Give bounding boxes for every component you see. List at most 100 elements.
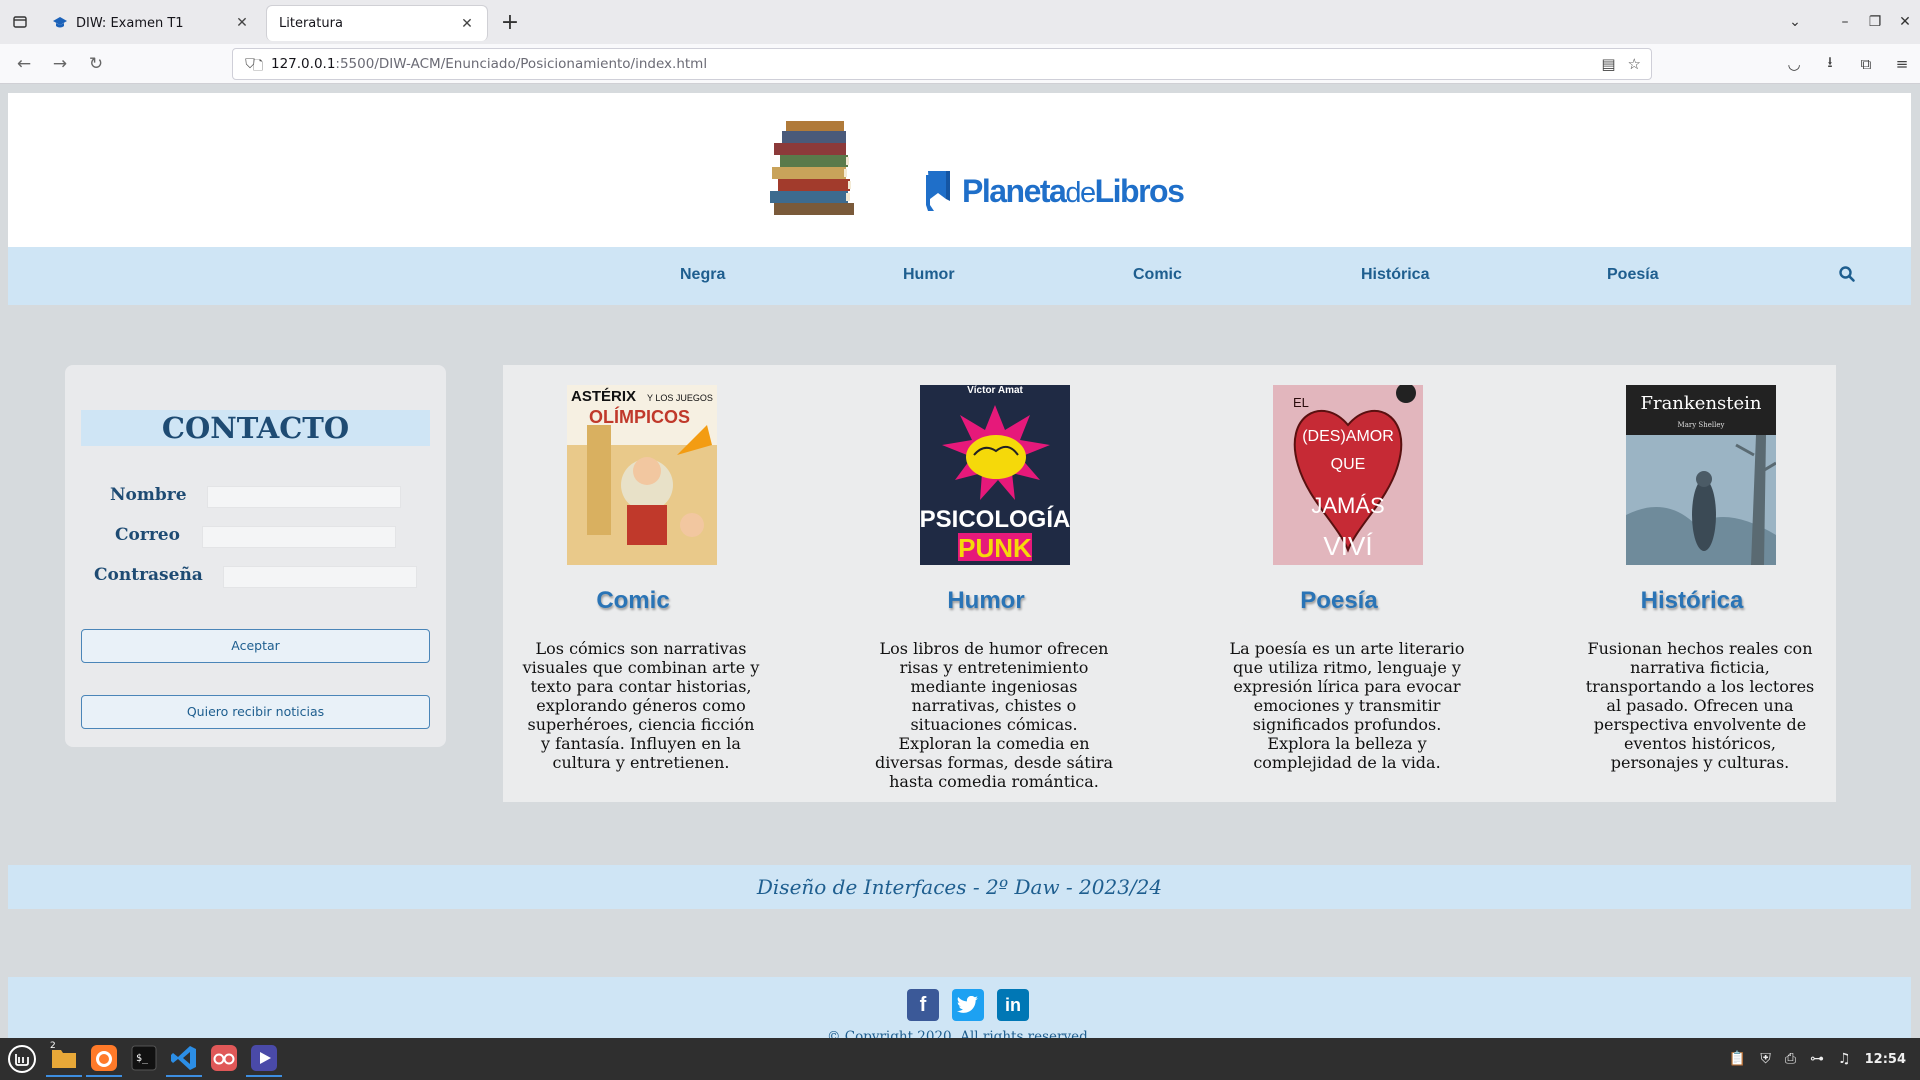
twitter-icon[interactable]: [952, 989, 984, 1021]
site-header: PlanetadeLibros: [8, 93, 1911, 247]
logo-wordmark: PlanetadeLibros: [962, 172, 1185, 209]
volume-icon[interactable]: ♫: [1838, 1051, 1851, 1067]
mint-logo-icon: [8, 1045, 36, 1073]
svg-text:$_: $_: [136, 1053, 149, 1064]
page-viewport: PlanetadeLibros Negra Humor Comic Histór…: [0, 85, 1920, 1038]
menu-icon[interactable]: ≡: [1884, 55, 1920, 73]
clipboard-icon[interactable]: 📋: [1729, 1051, 1746, 1067]
accept-button[interactable]: Aceptar: [81, 629, 430, 663]
graduation-cap-icon: [52, 15, 68, 31]
search-icon[interactable]: [1838, 265, 1856, 283]
card-title[interactable]: Humor: [856, 587, 1116, 615]
url-host: 127.0.0.1: [271, 56, 336, 72]
svg-text:(DES)AMOR: (DES)AMOR: [1302, 428, 1394, 445]
facebook-icon[interactable]: f: [907, 989, 939, 1021]
book-cards: ASTÉRIX Y LOS JUEGOS OLÍMPICOS Comic Los…: [503, 365, 1836, 802]
svg-text:Frankenstein: Frankenstein: [1640, 393, 1761, 414]
media-player-icon: [251, 1045, 277, 1071]
email-input[interactable]: [202, 526, 396, 548]
reader-view-icon[interactable]: ▤: [1601, 55, 1615, 73]
email-label: Correo: [115, 525, 180, 545]
nav-link-poesia[interactable]: Poesía: [1607, 266, 1659, 284]
taskbar-reader[interactable]: [206, 1041, 242, 1077]
taskbar-vscode[interactable]: [166, 1041, 202, 1077]
taskbar-firefox[interactable]: [86, 1041, 122, 1077]
card-description: Los libros de humor ofrecen risas y entre…: [874, 639, 1114, 791]
historica-cover-image[interactable]: Frankenstein Mary Shelley: [1626, 385, 1776, 565]
tab-diw-examen[interactable]: DIW: Examen T1 ✕: [40, 5, 262, 41]
newsletter-button[interactable]: Quiero recibir noticias: [81, 695, 430, 729]
restore-icon[interactable]: ❐: [1860, 14, 1890, 30]
printer-icon[interactable]: ⎙: [1785, 1051, 1796, 1067]
svg-text:VIVÍ: VIVÍ: [1323, 531, 1373, 561]
card-title[interactable]: Comic: [503, 587, 763, 615]
linkedin-icon[interactable]: in: [997, 989, 1029, 1021]
system-tray: 📋 ⛨ ⎙ ⊶ ♫ 12:54: [1729, 1051, 1906, 1067]
os-taskbar: 2 $_ 📋 ⛨ ⎙ ⊶ ♫ 12:54: [0, 1038, 1920, 1080]
card-title[interactable]: Poesía: [1209, 587, 1469, 615]
security-shield-icon[interactable]: ⛨: [1760, 1051, 1771, 1067]
nav-link-humor[interactable]: Humor: [903, 266, 955, 284]
glasses-icon: [211, 1045, 237, 1071]
nav-link-comic[interactable]: Comic: [1133, 266, 1182, 284]
svg-text:Víctor Amat: Víctor Amat: [967, 385, 1023, 396]
card-description: Fusionan hechos reales con narrativa fict…: [1585, 639, 1815, 772]
reload-icon[interactable]: ↻: [78, 54, 114, 74]
url-path: :5500/DIW-ACM/Enunciado/Posicionamiento/…: [335, 56, 708, 72]
terminal-icon: $_: [131, 1045, 157, 1071]
forward-icon[interactable]: →: [42, 54, 78, 74]
taskbar-files[interactable]: 2: [46, 1041, 82, 1077]
name-input[interactable]: [207, 486, 401, 508]
tab-title: Literatura: [279, 16, 343, 31]
taskbar-terminal[interactable]: $_: [126, 1041, 162, 1077]
name-label: Nombre: [110, 485, 187, 505]
site-nav: Negra Humor Comic Histórica Poesía: [8, 247, 1911, 305]
start-menu-button[interactable]: [0, 1038, 44, 1080]
svg-text:PUNK: PUNK: [958, 533, 1032, 563]
url-bar[interactable]: ⛉ 🗋 127.0.0.1:5500/DIW-ACM/Enunciado/Pos…: [232, 48, 1652, 80]
tab-literatura[interactable]: Literatura ✕: [266, 5, 488, 41]
web-page: PlanetadeLibros Negra Humor Comic Histór…: [8, 93, 1911, 1038]
minimize-icon[interactable]: –: [1830, 14, 1860, 30]
close-window-icon[interactable]: ✕: [1890, 14, 1920, 30]
comic-cover-image[interactable]: ASTÉRIX Y LOS JUEGOS OLÍMPICOS: [567, 385, 717, 565]
site-logo[interactable]: PlanetadeLibros: [924, 169, 1185, 213]
password-input[interactable]: [223, 566, 417, 588]
humor-cover-image[interactable]: Víctor Amat PSICOLOGÍA PUNK: [920, 385, 1070, 565]
svg-text:JAMÁS: JAMÁS: [1311, 493, 1384, 518]
svg-text:QUE: QUE: [1331, 456, 1366, 473]
svg-text:OLÍMPICOS: OLÍMPICOS: [589, 406, 690, 427]
nav-link-historica[interactable]: Histórica: [1361, 266, 1429, 284]
pocket-icon[interactable]: ◡: [1776, 55, 1812, 73]
files-window-count: 2: [50, 1041, 56, 1051]
site-footer: f in © Copyright 2020. All rights reserv…: [8, 977, 1911, 1038]
new-tab-button[interactable]: +: [492, 4, 528, 40]
nav-link-negra[interactable]: Negra: [680, 266, 725, 284]
close-tab-icon[interactable]: ✕: [234, 15, 250, 31]
back-icon[interactable]: ←: [6, 54, 42, 74]
close-tab-icon[interactable]: ✕: [459, 16, 475, 32]
taskbar-media-player[interactable]: [246, 1041, 282, 1077]
course-credit-bar: Diseño de Interfaces - 2º Daw - 2023/24: [8, 865, 1911, 909]
list-all-tabs-icon[interactable]: ⌄: [1780, 14, 1810, 30]
contact-title: CONTACTO: [81, 410, 430, 446]
page-info-icon[interactable]: 🗋: [247, 57, 269, 79]
svg-text:ASTÉRIX: ASTÉRIX: [571, 388, 636, 405]
browser-nav-bar: ← → ↻ ⛉ 🗋 127.0.0.1:5500/DIW-ACM/Enuncia…: [0, 44, 1920, 84]
card-title[interactable]: Histórica: [1562, 587, 1822, 615]
extensions-icon[interactable]: ⧉: [1848, 55, 1884, 73]
svg-text:Mary Shelley: Mary Shelley: [1678, 421, 1725, 429]
vscode-icon: [171, 1046, 196, 1070]
card-description: Los cómics son narrativas visuales que co…: [522, 639, 760, 772]
contact-form: CONTACTO Nombre Correo Contraseña Acepta…: [65, 365, 446, 747]
svg-text:PSICOLOGÍA: PSICOLOGÍA: [920, 505, 1070, 533]
poesia-cover-image[interactable]: EL (DES)AMOR QUE JAMÁS VIVÍ: [1273, 385, 1423, 565]
tab-title: DIW: Examen T1: [76, 15, 184, 31]
tab-overview-button[interactable]: [0, 0, 40, 44]
downloads-icon[interactable]: ⭳: [1812, 52, 1848, 77]
svg-text:EL: EL: [1293, 395, 1309, 410]
copyright-text: © Copyright 2020. All rights reserved.: [826, 1029, 1093, 1038]
clock[interactable]: 12:54: [1865, 1052, 1906, 1067]
bookmark-star-icon[interactable]: ☆: [1628, 55, 1641, 73]
network-icon[interactable]: ⊶: [1810, 1051, 1824, 1067]
